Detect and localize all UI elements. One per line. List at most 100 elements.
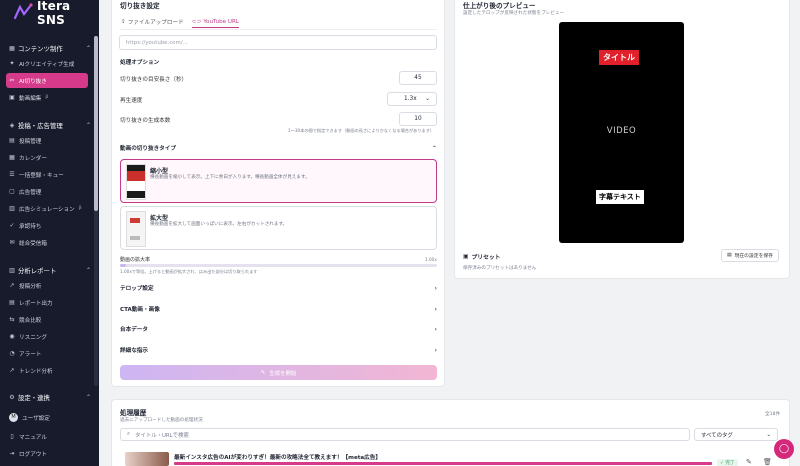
clip-type-header[interactable]: 動画の切り抜きタイプ ⌃ (120, 141, 437, 155)
sidebar-item-manual[interactable]: ▯ マニュアル (6, 429, 88, 444)
sidebar-item-label: ログアウト (19, 451, 47, 458)
bell-icon: ◔ (9, 349, 15, 357)
sidebar-item-label: アラート (19, 351, 42, 358)
count-label: 切り抜きの生成本数 (120, 118, 171, 124)
trend-up-icon: ↗ (9, 366, 15, 374)
shrink-thumbnail (126, 164, 146, 200)
sidebar-item-ads[interactable]: ▢ 広告管理 (6, 184, 88, 199)
sidebar-item-calendar[interactable]: ▦ カレンダー (6, 150, 88, 165)
ear-icon: ◉ (9, 332, 15, 340)
accordion-telop[interactable]: テロップ設定 › (120, 281, 437, 295)
speed-select[interactable]: 1.3x ⌄ (387, 92, 437, 106)
history-status: 完了 (725, 461, 735, 466)
zoom-slider[interactable] (120, 264, 437, 267)
zoom-thumbnail (126, 211, 146, 247)
sidebar-item-label: 総合受信箱 (19, 240, 47, 247)
sidebar-item-logout[interactable]: ⇥ ログアウト (6, 446, 88, 461)
sidebar-item-post-analytics[interactable]: ↗ 投稿分析 (6, 278, 88, 293)
sidebar-item-label: AIクリエイティブ生成 (19, 61, 75, 68)
sidebar-item-post-manage[interactable]: ▤ 投稿管理 (6, 133, 88, 148)
sidebar-item-ai-creative[interactable]: ✦ AIクリエイティブ生成 (6, 56, 88, 71)
sidebar-item-competitor[interactable]: ⇆ 競合比較 (6, 312, 88, 327)
count-input[interactable]: 10 (399, 112, 437, 126)
chevron-down-icon: ⌄ (766, 431, 771, 438)
zoom-label: 動画の拡大率 (120, 257, 151, 263)
chat-fab[interactable]: ◯ (774, 439, 794, 459)
sidebar-item-trend[interactable]: ↗ トレンド分析 (6, 363, 88, 378)
youtube-url-input[interactable]: https://youtube.com/... (119, 35, 437, 50)
trend-icon: ↗ (9, 281, 15, 289)
ad-icon: ▢ (9, 187, 15, 195)
clip-type-zoom[interactable]: 拡大型 横長動画を拡大して画面いっぱいに表示。左右がカットされます。 (120, 206, 437, 250)
accordion-label: 台本データ (120, 327, 148, 333)
scissors-icon: ✂ (9, 76, 15, 84)
megaphone-icon: ◈ (9, 121, 15, 129)
preview-video: タイトル VIDEO 字幕テキスト (559, 22, 684, 243)
speed-value: 1.3x (404, 96, 417, 102)
check-icon: ✓ (9, 221, 15, 229)
sidebar-item-ad-simulation[interactable]: ▥ 広告シミュレーション β (6, 201, 88, 216)
chevron-right-icon: › (434, 346, 437, 354)
sidebar-item-ai-clip[interactable]: ✂ AI切り抜き (6, 73, 88, 88)
clip-type-shrink[interactable]: 縮小型 横長動画を縮小して表示。上下に余白が入ります。横長動画全体が見えます。 (120, 159, 437, 203)
book-icon: ▯ (10, 432, 14, 440)
sidebar-scrollbar[interactable] (94, 36, 98, 386)
accordion-script[interactable]: 台本データ › (120, 322, 437, 336)
section-label: 投稿・広告管理 (18, 122, 63, 130)
edit-icon[interactable]: ✎ (746, 458, 752, 466)
film-icon: ▣ (9, 93, 15, 101)
chevron-up-icon: ⌃ (85, 394, 91, 401)
sidebar-section-content[interactable]: ▦ コンテンツ制作 ⌃ (9, 44, 91, 53)
preset-title: プリセット (471, 255, 501, 261)
bookmark-icon: ▣ (463, 253, 469, 260)
trash-icon[interactable]: 🗑 (763, 458, 772, 466)
sidebar-section-settings[interactable]: ⚙ 設定・連携 ⌃ (9, 393, 91, 402)
sidebar-item-user-settings[interactable]: M ユーザ設定 (6, 410, 88, 425)
sidebar-section-posts[interactable]: ◈ 投稿・広告管理 ⌃ (9, 121, 91, 130)
sidebar-scrollbar-thumb[interactable] (94, 36, 98, 211)
sidebar-item-label: 投稿管理 (19, 138, 42, 145)
clip-type-title: 動画の切り抜きタイプ (120, 146, 176, 152)
chevron-right-icon: › (434, 305, 437, 313)
sidebar-item-alert[interactable]: ◔ アラート (6, 346, 88, 361)
sidebar-item-report[interactable]: ▤ レポート出力 (6, 295, 88, 310)
generate-button[interactable]: ✎ 生成を開始 (120, 365, 437, 380)
count-hint: 1〜30本の間で指定できます（動画の長さによりかなくなる場合があります） (288, 128, 435, 133)
tab-file-upload[interactable]: ⇪ ファイルアップロード (121, 16, 184, 28)
accordion-cta[interactable]: CTA動画・画像 › (120, 302, 437, 316)
save-preset-button[interactable]: ▤ 現在の設定を保存 (721, 249, 779, 262)
app-name: Itera SNS (37, 0, 71, 27)
sidebar-item-label: 広告シミュレーション (19, 206, 75, 213)
sidebar-item-label: トレンド分析 (19, 368, 53, 375)
calendar-icon: ▦ (9, 153, 15, 161)
sidebar-item-label: 広告管理 (19, 189, 42, 196)
history-row[interactable]: 最新インスタ広告のAIが変わりすぎ！最新の攻略法全て教えます！【meta広告】 … (120, 450, 780, 466)
file-icon: ▤ (9, 298, 15, 306)
sidebar-item-approval[interactable]: ✓ 承認待ち (6, 218, 88, 233)
sidebar-item-video-edit[interactable]: ▣ 動画編集 β (6, 90, 88, 105)
chevron-up-icon: ⌃ (85, 122, 91, 129)
list-icon: ☰ (9, 170, 15, 178)
app-logo[interactable]: Itera SNS (13, 0, 99, 27)
sidebar-item-listening[interactable]: ◉ リスニング (6, 329, 88, 344)
history-status-badge: ✓ 完了 (717, 459, 738, 466)
url-placeholder: https://youtube.com/... (126, 39, 188, 46)
tag-filter-select[interactable]: すべてのタグ ⌄ (694, 428, 778, 441)
grid-icon: ▦ (9, 44, 15, 52)
section-label: コンテンツ制作 (18, 45, 63, 53)
beta-badge: β (78, 206, 82, 211)
sidebar-item-label: 承認待ち (19, 223, 42, 230)
save-preset-label: 現在の設定を保存 (734, 254, 773, 259)
sidebar-item-inbox[interactable]: ✉ 総合受信箱 (6, 235, 88, 250)
sidebar-section-analytics[interactable]: ▥ 分析レポート ⌃ (9, 266, 91, 275)
sidebar-item-label: マニュアル (19, 434, 47, 441)
tab-youtube-url[interactable]: ⊂⊃ YouTube URL (192, 16, 239, 28)
accordion-instructions[interactable]: 詳細な指示 › (120, 343, 437, 357)
sidebar-item-bulk[interactable]: ☰ 一括登録・キュー (6, 167, 88, 182)
preview-caption: 字幕テキスト (596, 190, 644, 204)
section-label: 分析レポート (18, 267, 57, 275)
sidebar-item-label: カレンダー (19, 155, 47, 162)
logout-icon: ⇥ (9, 449, 15, 457)
length-input[interactable]: 45 (399, 71, 437, 85)
history-search-input[interactable]: ⌕ タイトル・URLで検索 (120, 428, 690, 441)
